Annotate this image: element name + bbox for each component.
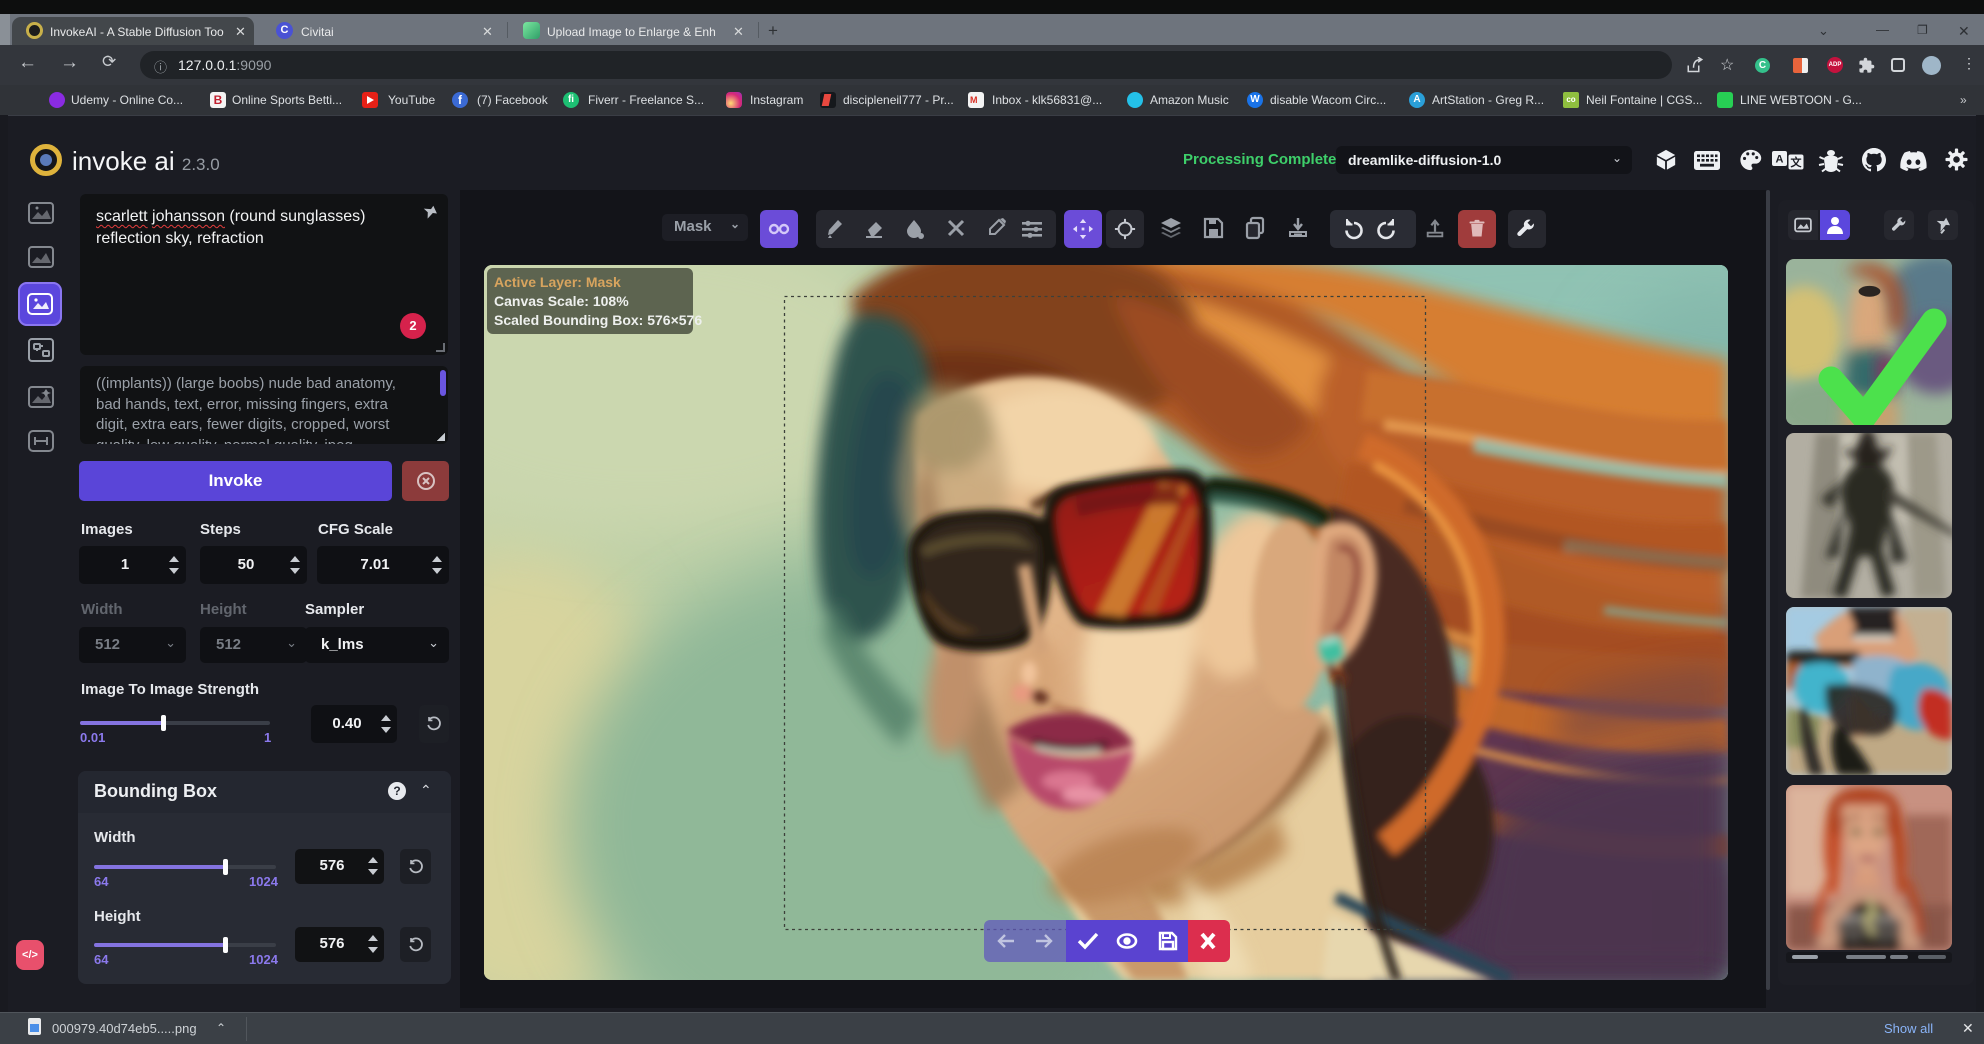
svg-text:A: A bbox=[1776, 154, 1784, 166]
svg-text:文: 文 bbox=[1791, 155, 1803, 169]
